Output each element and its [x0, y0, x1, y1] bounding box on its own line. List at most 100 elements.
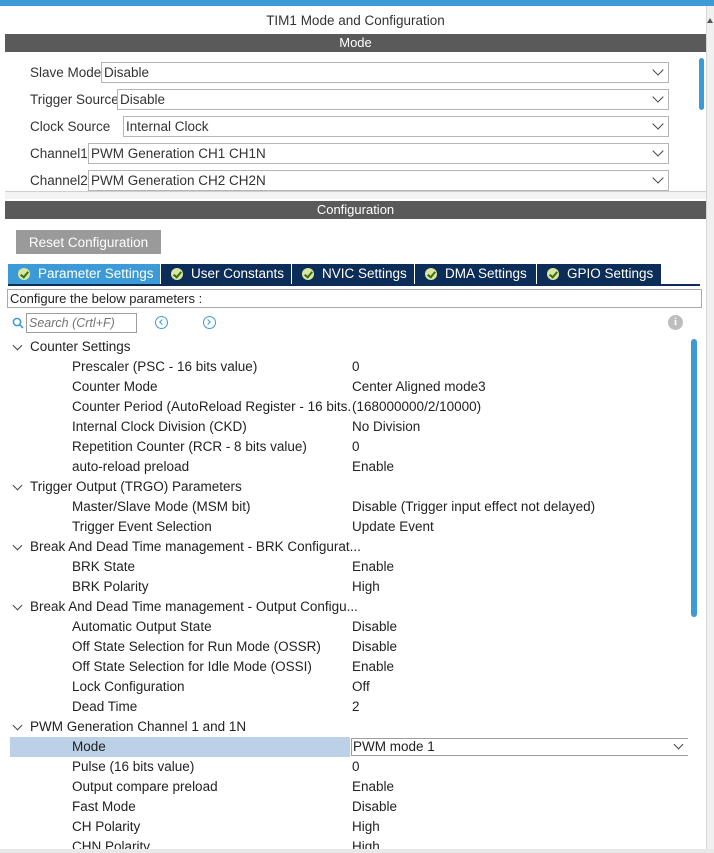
param-value[interactable]: 0: [352, 757, 360, 777]
param-value[interactable]: 2: [352, 697, 360, 717]
param-row[interactable]: Internal Clock Division (CKD) No Divisio…: [8, 417, 688, 437]
chevron-down-icon[interactable]: [12, 540, 23, 551]
chevron-down-icon: [652, 64, 664, 76]
param-name: CH Polarity: [72, 819, 141, 834]
param-row[interactable]: Off State Selection for Run Mode (OSSR) …: [8, 637, 688, 657]
param-value[interactable]: Enable: [352, 777, 394, 797]
group-brk-configuration[interactable]: Break And Dead Time management - BRK Con…: [8, 537, 688, 557]
param-value[interactable]: (168000000/2/10000): [352, 397, 481, 417]
search-icon: [12, 317, 24, 329]
tab-label: GPIO Settings: [567, 266, 654, 281]
tab-nvic-settings[interactable]: NVIC Settings: [292, 264, 414, 284]
param-row-selected[interactable]: Mode PWM mode 1: [8, 737, 688, 757]
param-value: PWM mode 1: [353, 739, 435, 754]
param-value[interactable]: Disable: [352, 637, 397, 657]
param-value[interactable]: 0: [352, 357, 360, 377]
trigger-source-select[interactable]: Disable: [117, 89, 669, 110]
param-name: BRK State: [72, 559, 136, 574]
param-value[interactable]: Enable: [352, 457, 394, 477]
group-output-configuration[interactable]: Break And Dead Time management - Output …: [8, 597, 688, 617]
search-previous-button[interactable]: [155, 316, 168, 329]
clock-source-label: Clock Source: [30, 119, 111, 134]
param-row[interactable]: Pulse (16 bits value) 0: [8, 757, 688, 777]
param-row[interactable]: Counter Mode Center Aligned mode3: [8, 377, 688, 397]
tab-label: NVIC Settings: [322, 266, 407, 281]
mode-scrollbar-thumb[interactable]: [699, 58, 704, 110]
group-counter-settings[interactable]: Counter Settings: [8, 337, 688, 357]
tab-parameter-settings[interactable]: Parameter Settings: [8, 264, 160, 284]
param-name: Prescaler (PSC - 16 bits value): [72, 359, 258, 374]
reset-configuration-button[interactable]: Reset Configuration: [16, 230, 161, 254]
param-name: Counter Mode: [72, 379, 158, 394]
channel2-value: PWM Generation CH2 CH2N: [91, 173, 266, 188]
parameter-scrollbar-thumb[interactable]: [691, 339, 697, 617]
search-input[interactable]: [26, 313, 137, 333]
param-row[interactable]: BRK State Enable: [8, 557, 688, 577]
clock-source-select[interactable]: Internal Clock: [123, 116, 669, 137]
mode-panel: Slave Mode Disable Trigger Source Disabl…: [5, 52, 706, 192]
param-row[interactable]: Automatic Output State Disable: [8, 617, 688, 637]
param-name: Mode: [72, 739, 106, 754]
param-value[interactable]: Off: [352, 677, 370, 697]
tab-user-constants[interactable]: User Constants: [161, 264, 291, 284]
param-name: BRK Polarity: [72, 579, 149, 594]
group-pwm-channel1[interactable]: PWM Generation Channel 1 and 1N: [8, 717, 688, 737]
pwm-mode-select[interactable]: PWM mode 1: [351, 738, 688, 756]
chevron-right-icon: [205, 319, 211, 325]
tab-label: DMA Settings: [445, 266, 527, 281]
param-value[interactable]: High: [352, 577, 380, 597]
mode-field-clock-source: Clock Source Internal Clock: [5, 116, 695, 138]
slave-mode-label: Slave Mode: [30, 65, 102, 80]
group-trigger-output[interactable]: Trigger Output (TRGO) Parameters: [8, 477, 688, 497]
chevron-down-icon[interactable]: [12, 340, 23, 351]
channel2-select[interactable]: PWM Generation CH2 CH2N: [88, 170, 669, 191]
param-name: Internal Clock Division (CKD): [72, 419, 247, 434]
check-circle-icon: [547, 268, 559, 280]
outer-scrollbar[interactable]: [706, 6, 714, 853]
param-row[interactable]: BRK Polarity High: [8, 577, 688, 597]
info-icon[interactable]: i: [668, 315, 683, 330]
chevron-down-icon[interactable]: [12, 720, 23, 731]
param-value[interactable]: Disable (Trigger input effect not delaye…: [352, 497, 595, 517]
param-name: Counter Period (AutoReload Register - 16…: [72, 399, 350, 414]
param-row[interactable]: Master/Slave Mode (MSM bit) Disable (Tri…: [8, 497, 688, 517]
param-row[interactable]: Trigger Event Selection Update Event: [8, 517, 688, 537]
chevron-down-icon: [652, 91, 664, 103]
param-value[interactable]: Disable: [352, 797, 397, 817]
param-value[interactable]: High: [352, 817, 380, 837]
chevron-down-icon: [652, 172, 664, 184]
param-row[interactable]: Counter Period (AutoReload Register - 16…: [8, 397, 688, 417]
channel2-label: Channel2: [30, 173, 88, 188]
param-value[interactable]: Center Aligned mode3: [352, 377, 486, 397]
mode-field-slave-mode: Slave Mode Disable: [5, 62, 695, 84]
channel1-select[interactable]: PWM Generation CH1 CH1N: [88, 143, 669, 164]
param-row[interactable]: Prescaler (PSC - 16 bits value) 0: [8, 357, 688, 377]
param-value[interactable]: No Division: [352, 417, 420, 437]
slave-mode-select[interactable]: Disable: [101, 62, 669, 83]
param-row[interactable]: Lock Configuration Off: [8, 677, 688, 697]
param-value[interactable]: Enable: [352, 557, 394, 577]
search-next-button[interactable]: [203, 316, 216, 329]
param-row[interactable]: Fast Mode Disable: [8, 797, 688, 817]
chevron-down-icon: [652, 145, 664, 157]
param-row[interactable]: Off State Selection for Idle Mode (OSSI)…: [8, 657, 688, 677]
scroll-up-arrow-icon[interactable]: [707, 18, 713, 23]
panel-divider: [5, 192, 706, 199]
chevron-down-icon[interactable]: [12, 480, 23, 491]
tab-gpio-settings[interactable]: GPIO Settings: [537, 264, 661, 284]
param-row[interactable]: auto-reload preload Enable: [8, 457, 688, 477]
chevron-down-icon[interactable]: [12, 600, 23, 611]
parameter-tree: Counter Settings Prescaler (PSC - 16 bit…: [8, 337, 688, 853]
param-value[interactable]: 0: [352, 437, 360, 457]
param-row[interactable]: Repetition Counter (RCR - 8 bits value) …: [8, 437, 688, 457]
param-value[interactable]: Enable: [352, 657, 394, 677]
channel1-label: Channel1: [30, 146, 88, 161]
window-bottom-edge: [0, 849, 714, 853]
param-row[interactable]: CH Polarity High: [8, 817, 688, 837]
param-value[interactable]: Update Event: [352, 517, 434, 537]
tab-dma-settings[interactable]: DMA Settings: [415, 264, 536, 284]
group-label: Break And Dead Time management - Output …: [30, 599, 358, 614]
param-row[interactable]: Dead Time 2: [8, 697, 688, 717]
param-row[interactable]: Output compare preload Enable: [8, 777, 688, 797]
param-value[interactable]: Disable: [352, 617, 397, 637]
